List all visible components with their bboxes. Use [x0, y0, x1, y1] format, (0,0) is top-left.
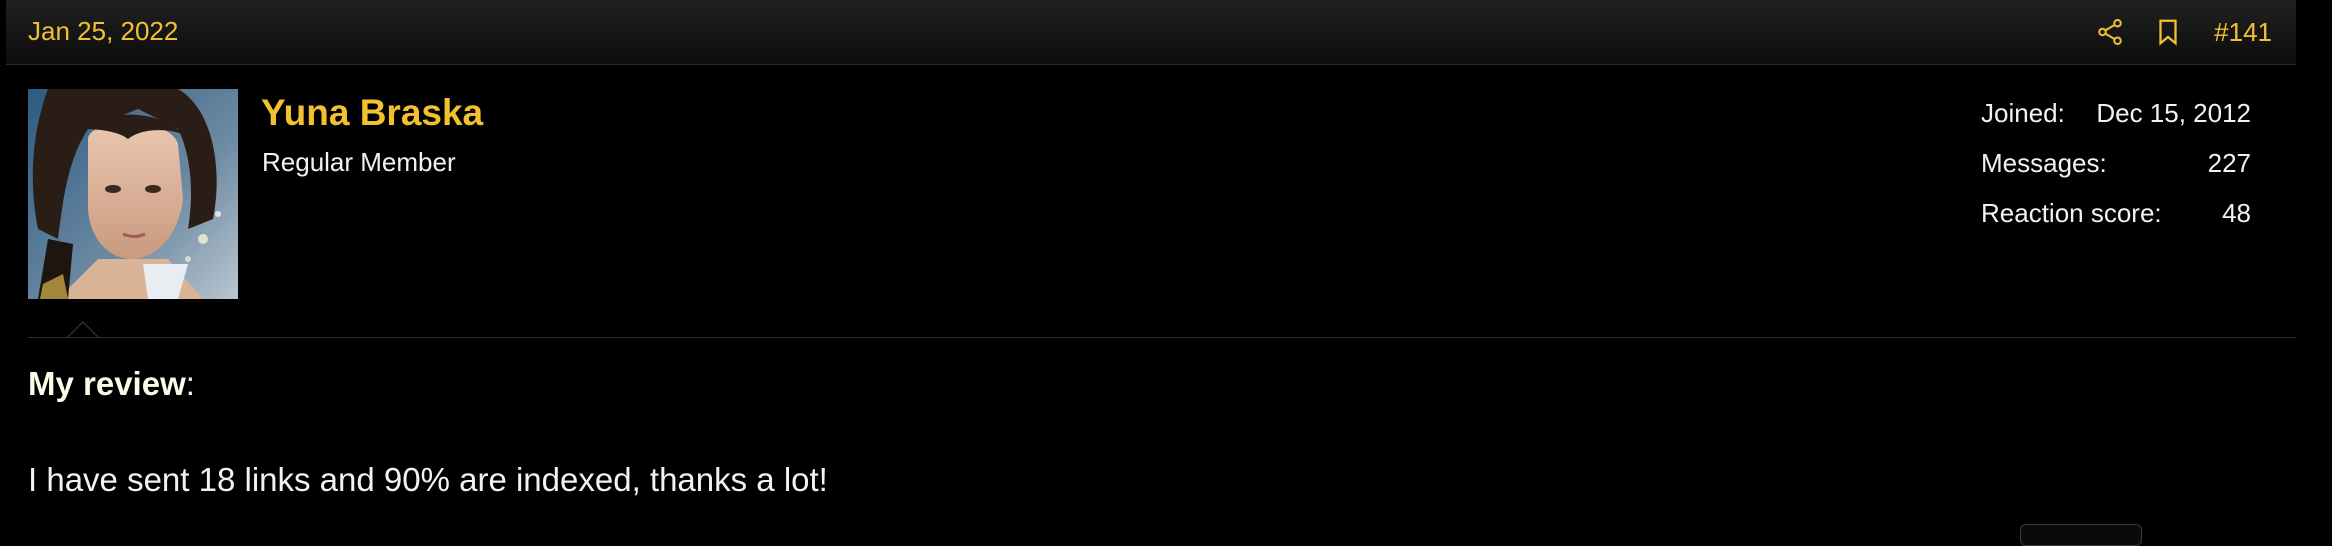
stat-label: Reaction score: [1981, 198, 2162, 228]
stat-label: Joined: [1981, 98, 2065, 128]
stat-reaction-score: Reaction score: 48 [1981, 197, 2251, 247]
stat-value[interactable]: 227 [2208, 147, 2251, 197]
bookmark-icon[interactable] [2152, 16, 2184, 48]
stat-value: 48 [2222, 198, 2251, 228]
user-title: Regular Member [262, 147, 456, 177]
share-icon[interactable] [2094, 16, 2126, 48]
post-header: Jan 25, 2022 #141 [6, 0, 2296, 65]
stat-messages: Messages: 227 [1981, 147, 2251, 197]
post-body: My review: I have sent 18 links and 90% … [28, 362, 2228, 502]
forum-post: Jan 25, 2022 #141 Yuna Braska Regular Me… [6, 0, 2296, 546]
review-heading-colon: : [185, 365, 195, 402]
post-date-link[interactable]: Jan 25, 2022 [28, 16, 178, 47]
stat-joined: Joined: Dec 15, 2012 [1981, 97, 2251, 147]
user-stats: Joined: Dec 15, 2012 Messages: 227 React… [1981, 97, 2251, 247]
post-actions: #141 [2094, 12, 2272, 52]
divider-arrow [66, 321, 100, 339]
post-number-link[interactable]: #141 [2214, 17, 2272, 48]
review-heading-bold: My review [28, 365, 186, 402]
divider [28, 337, 2296, 338]
review-heading: My review: [28, 362, 2228, 410]
post-text: I have sent 18 links and 90% are indexed… [28, 461, 828, 498]
username-link[interactable]: Yuna Braska [261, 92, 483, 134]
stat-label: Messages: [1981, 148, 2107, 178]
stat-value: Dec 15, 2012 [2096, 98, 2251, 128]
reaction-box[interactable] [2020, 524, 2142, 546]
avatar[interactable] [28, 89, 238, 299]
